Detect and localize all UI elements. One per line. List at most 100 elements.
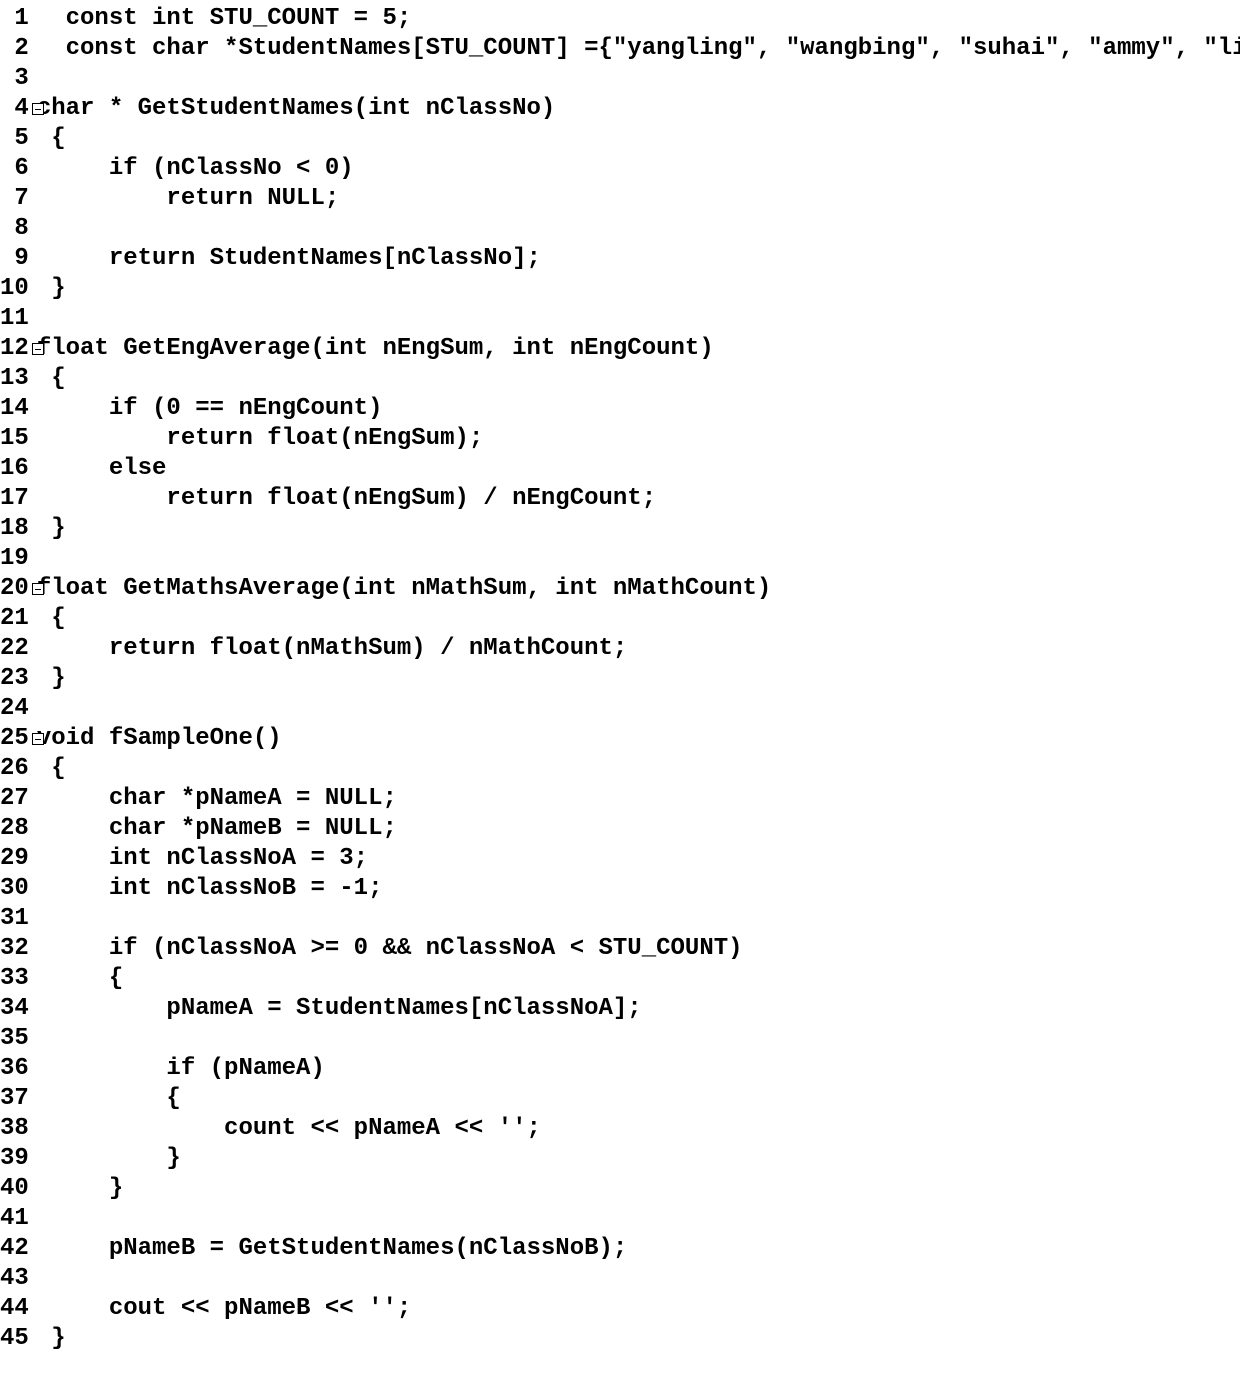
code-text: return StudentNames[nClassNo]; — [37, 244, 541, 274]
code-line: float GetMathsAverage(int nMathSum, int … — [37, 574, 1240, 604]
line-number: 3 — [0, 64, 31, 94]
code-line: float GetEngAverage(int nEngSum, int nEn… — [37, 334, 1240, 364]
line-number: 18 — [0, 514, 31, 544]
line-number: 30 — [0, 874, 31, 904]
code-line: } — [37, 1174, 1240, 1204]
code-text: count << pNameA << ''; — [37, 1114, 541, 1144]
code-line — [37, 904, 1240, 934]
line-number: 6 — [0, 154, 31, 184]
line-number: 31 — [0, 904, 31, 934]
code-line: if (0 == nEngCount) — [37, 394, 1240, 424]
line-number: 23 — [0, 664, 31, 694]
code-text: if (nClassNo < 0) — [37, 154, 354, 184]
code-line: return float(nMathSum) / nMathCount; — [37, 634, 1240, 664]
line-number: 4 — [0, 94, 31, 124]
code-line: pNameB = GetStudentNames(nClassNoB); — [37, 1234, 1240, 1264]
code-line: { — [37, 604, 1240, 634]
line-number: 8 — [0, 214, 31, 244]
line-number: 37 — [0, 1084, 31, 1114]
code-text: } — [37, 1144, 181, 1174]
code-line — [37, 304, 1240, 334]
line-number: 14 — [0, 394, 31, 424]
code-text: const char *StudentNames[STU_COUNT] ={"y… — [37, 34, 1240, 64]
code-text: } — [37, 514, 66, 544]
line-number: 25 — [0, 724, 31, 754]
code-line: return float(nEngSum) / nEngCount; — [37, 484, 1240, 514]
code-text: int nClassNoA = 3; — [37, 844, 368, 874]
code-line: { — [37, 1084, 1240, 1114]
line-number: 13 — [0, 364, 31, 394]
line-number: 45 — [0, 1324, 31, 1354]
line-number: 24 — [0, 694, 31, 724]
line-number: 43 — [0, 1264, 31, 1294]
code-line: if (nClassNoA >= 0 && nClassNoA < STU_CO… — [37, 934, 1240, 964]
code-line — [37, 1024, 1240, 1054]
code-text: pNameB = GetStudentNames(nClassNoB); — [37, 1234, 628, 1264]
code-line — [37, 544, 1240, 574]
fold-toggle-icon[interactable] — [32, 583, 44, 595]
code-text: } — [37, 1324, 66, 1354]
line-number: 42 — [0, 1234, 31, 1264]
line-number: 26 — [0, 754, 31, 784]
code-text: { — [37, 124, 66, 154]
line-number: 40 — [0, 1174, 31, 1204]
code-editor: 1234567891011121314151617181920212223242… — [0, 0, 1240, 1354]
code-line: return StudentNames[nClassNo]; — [37, 244, 1240, 274]
code-line — [37, 214, 1240, 244]
code-line: const char *StudentNames[STU_COUNT] ={"y… — [37, 34, 1240, 64]
code-text: return NULL; — [37, 184, 339, 214]
line-number: 29 — [0, 844, 31, 874]
code-line: if (pNameA) — [37, 1054, 1240, 1084]
code-line: } — [37, 1324, 1240, 1354]
code-text: int nClassNoB = -1; — [37, 874, 383, 904]
line-number: 20 — [0, 574, 31, 604]
code-text: { — [37, 604, 66, 634]
code-line: } — [37, 514, 1240, 544]
code-text: if (pNameA) — [37, 1054, 325, 1084]
line-number: 21 — [0, 604, 31, 634]
code-line: char *pNameB = NULL; — [37, 814, 1240, 844]
code-text: char *pNameB = NULL; — [37, 814, 397, 844]
line-number: 1 — [0, 4, 31, 34]
line-number: 10 — [0, 274, 31, 304]
code-text: return float(nEngSum); — [37, 424, 483, 454]
code-line: int nClassNoB = -1; — [37, 874, 1240, 904]
code-line — [37, 64, 1240, 94]
line-number: 28 — [0, 814, 31, 844]
code-line — [37, 694, 1240, 724]
code-line: } — [37, 274, 1240, 304]
line-number: 22 — [0, 634, 31, 664]
line-number: 36 — [0, 1054, 31, 1084]
code-text: { — [37, 364, 66, 394]
fold-toggle-icon[interactable] — [32, 103, 44, 115]
line-number: 17 — [0, 484, 31, 514]
line-number: 12 — [0, 334, 31, 364]
line-number: 16 — [0, 454, 31, 484]
fold-toggle-icon[interactable] — [32, 343, 44, 355]
fold-toggle-icon[interactable] — [32, 733, 44, 745]
line-number: 34 — [0, 994, 31, 1024]
code-text: if (nClassNoA >= 0 && nClassNoA < STU_CO… — [37, 934, 743, 964]
code-line: return float(nEngSum); — [37, 424, 1240, 454]
code-text: } — [37, 274, 66, 304]
code-line: pNameA = StudentNames[nClassNoA]; — [37, 994, 1240, 1024]
code-text: { — [37, 754, 66, 784]
code-line: char * GetStudentNames(int nClassNo) — [37, 94, 1240, 124]
code-text: cout << pNameB << ''; — [37, 1294, 411, 1324]
code-text: else — [37, 454, 167, 484]
code-line: { — [37, 964, 1240, 994]
line-number: 5 — [0, 124, 31, 154]
code-area: const int STU_COUNT = 5; const char *Stu… — [31, 4, 1240, 1354]
code-line: char *pNameA = NULL; — [37, 784, 1240, 814]
code-line: const int STU_COUNT = 5; — [37, 4, 1240, 34]
code-line: { — [37, 124, 1240, 154]
line-number: 15 — [0, 424, 31, 454]
line-number: 39 — [0, 1144, 31, 1174]
code-text: } — [37, 1174, 123, 1204]
code-text: { — [37, 1084, 181, 1114]
code-text: float GetEngAverage(int nEngSum, int nEn… — [37, 334, 714, 364]
code-line: int nClassNoA = 3; — [37, 844, 1240, 874]
code-line — [37, 1204, 1240, 1234]
code-text: char *pNameA = NULL; — [37, 784, 397, 814]
line-number: 41 — [0, 1204, 31, 1234]
